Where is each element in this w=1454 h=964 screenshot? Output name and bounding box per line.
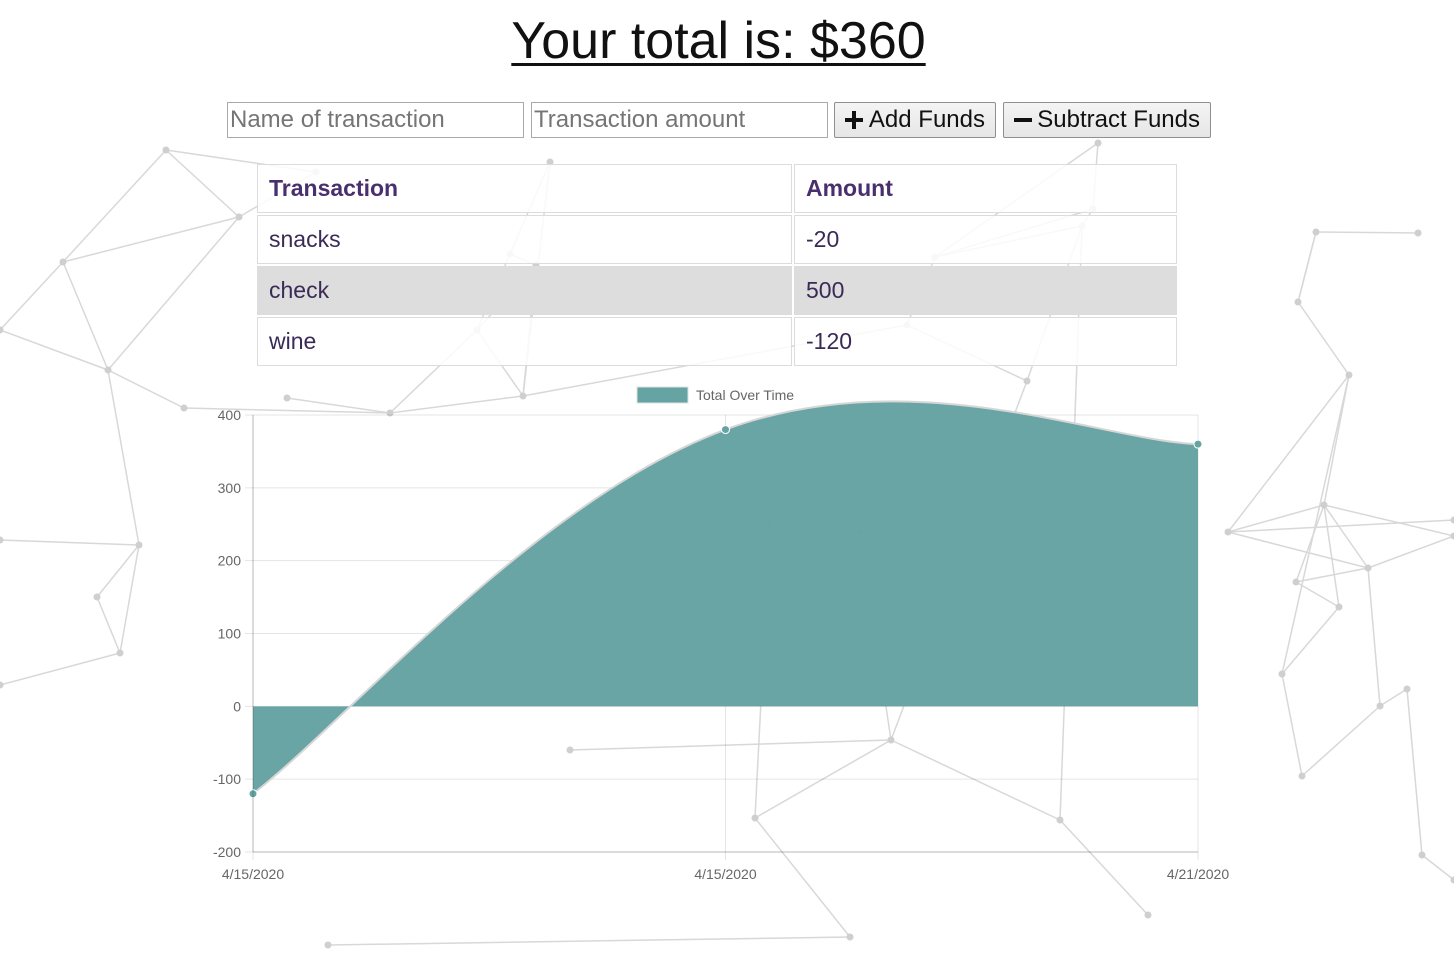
y-tick-label: 100 — [218, 626, 242, 642]
legend-swatch[interactable] — [636, 386, 689, 404]
y-tick-label: 400 — [218, 407, 242, 423]
data-point[interactable] — [1193, 439, 1203, 449]
y-tick-label: 0 — [233, 698, 241, 714]
x-tick-label: 4/15/2020 — [694, 866, 756, 882]
y-tick-label: -100 — [213, 771, 241, 787]
x-tick-label: 4/15/2020 — [222, 866, 284, 882]
x-tick-label: 4/21/2020 — [1167, 866, 1229, 882]
y-tick-label: -200 — [213, 844, 241, 860]
data-point[interactable] — [721, 425, 730, 435]
legend-label[interactable]: Total Over Time — [696, 387, 794, 403]
total-over-time-chart: 400 300 200 100 0 -100 -200 4/15/2020 4/15/2020 4… — [213, 386, 1229, 882]
y-tick-label: 300 — [218, 480, 242, 496]
y-tick-label: 200 — [218, 553, 242, 569]
